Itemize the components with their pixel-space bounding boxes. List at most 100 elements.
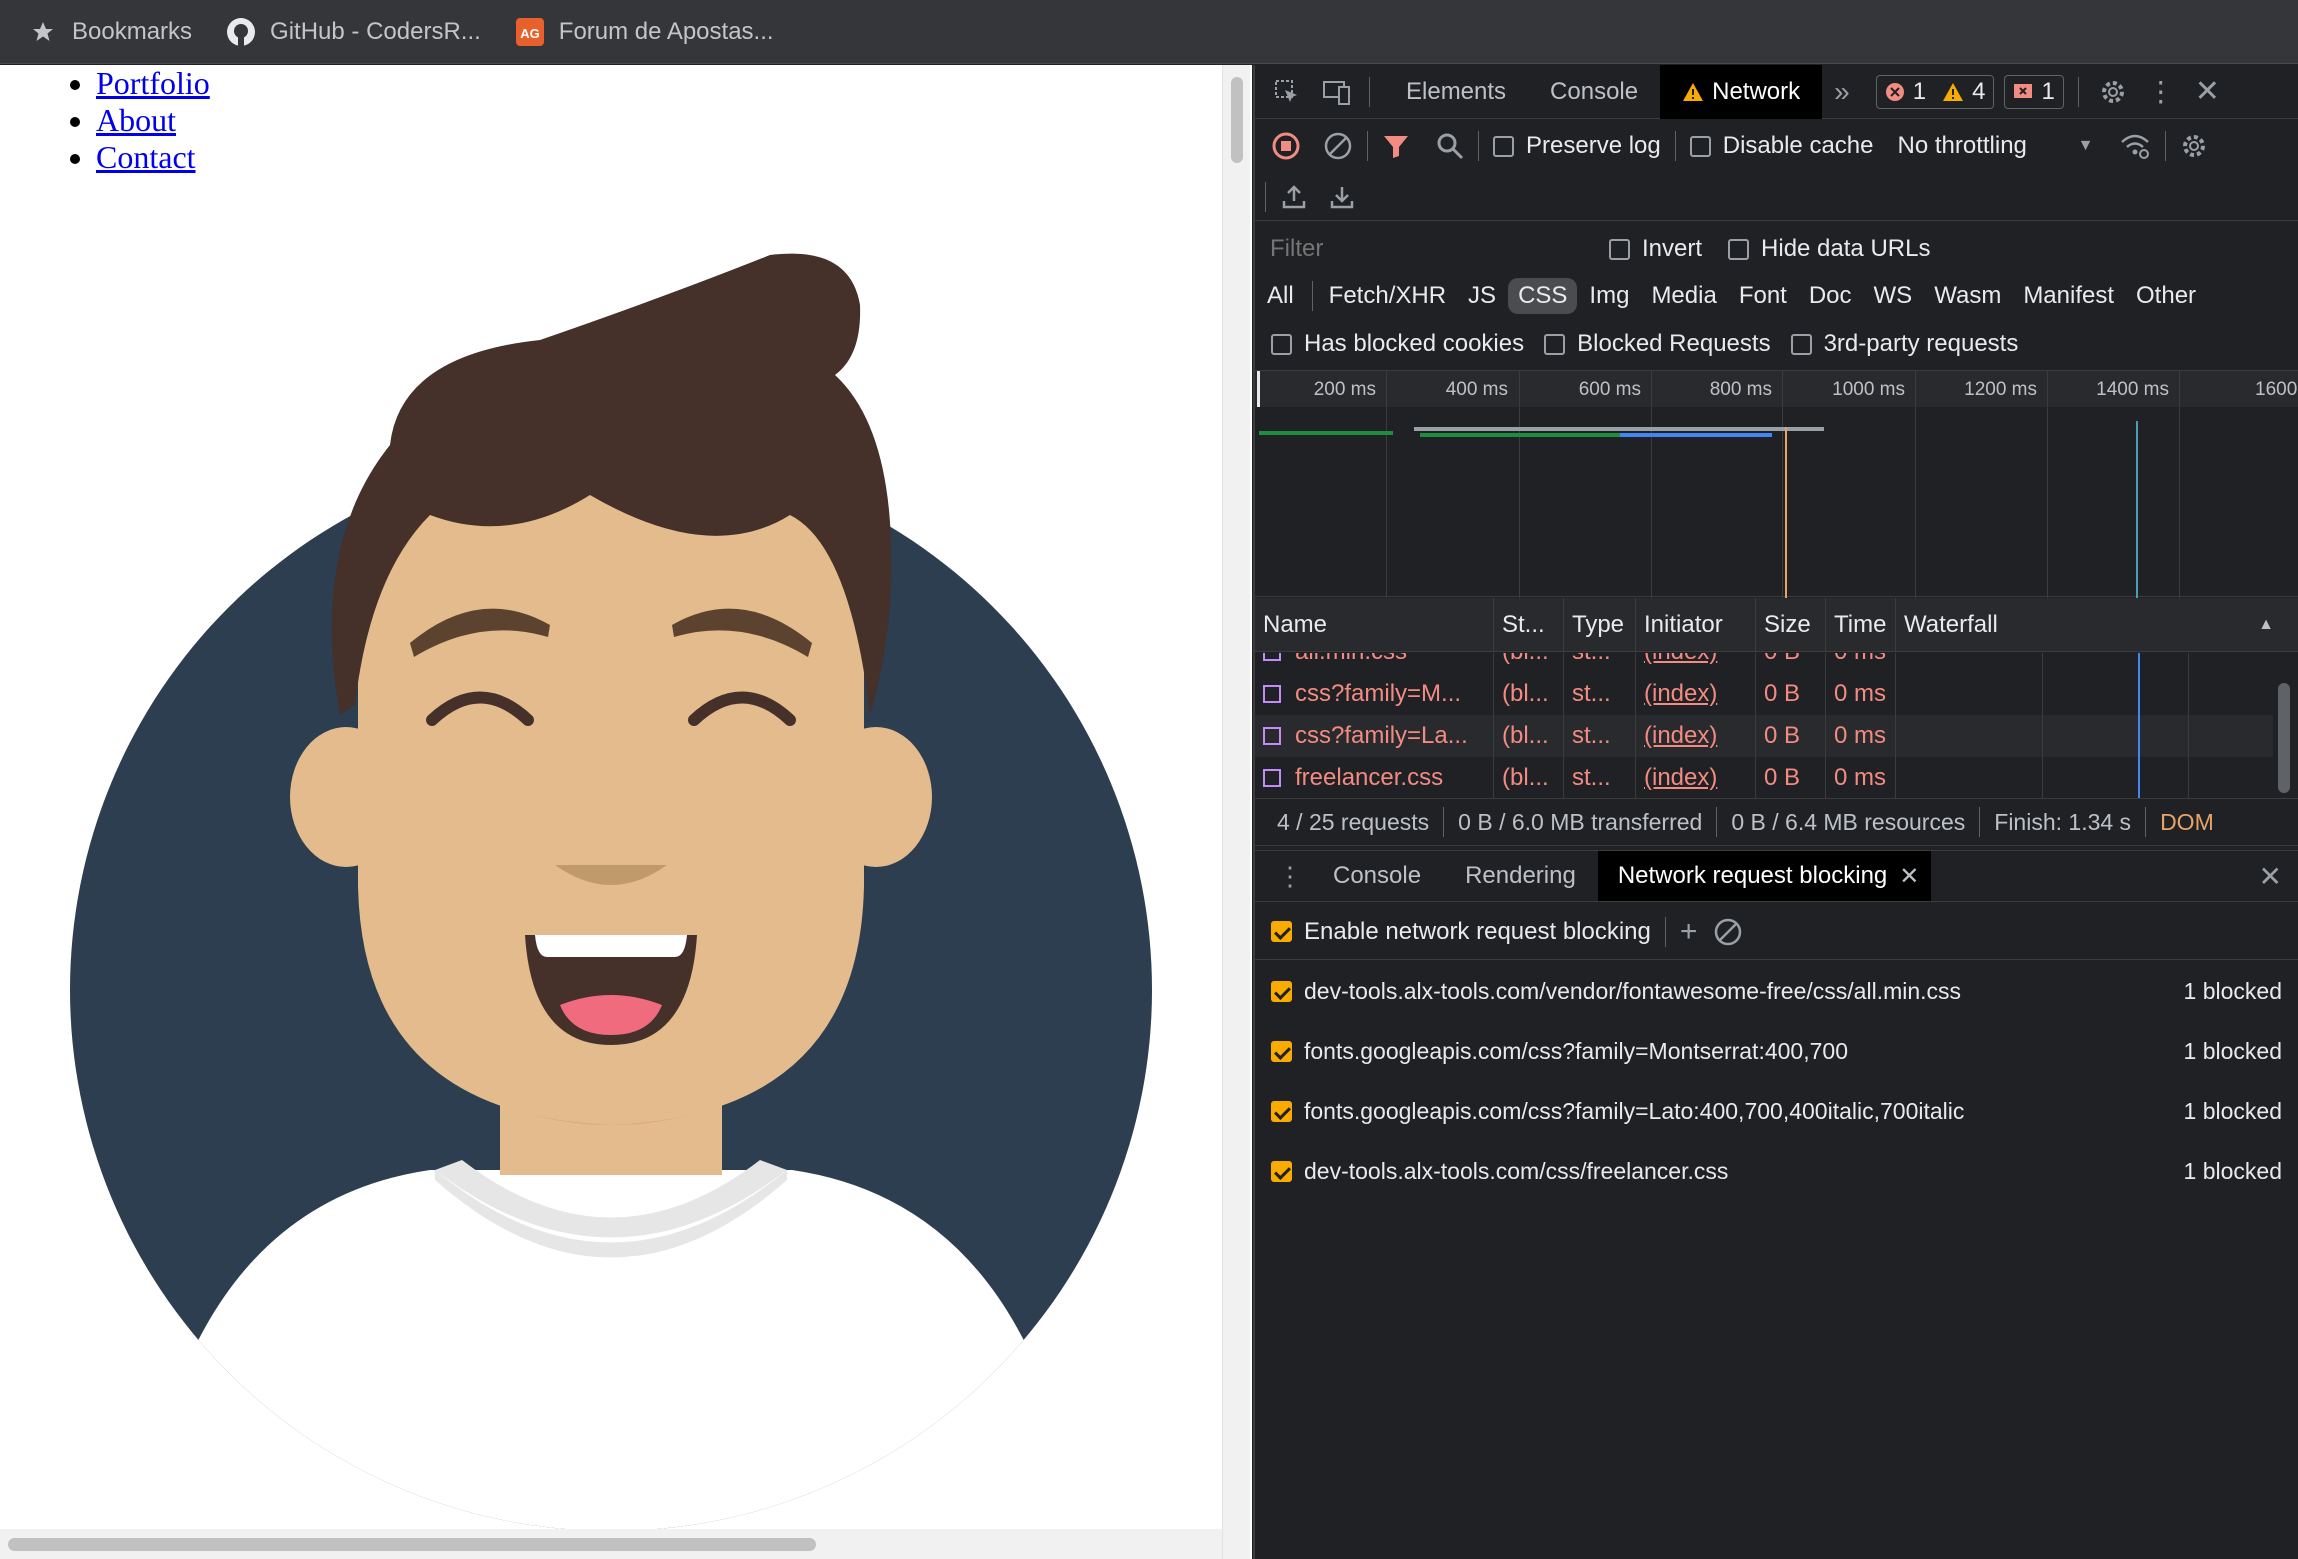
scrollbar-thumb[interactable] (8, 1538, 816, 1551)
type-filter-media[interactable]: Media (1641, 278, 1726, 314)
device-toolbar-icon[interactable] (1319, 78, 1355, 106)
blocked-pattern-item[interactable]: dev-tools.alx-tools.com/css/freelancer.c… (1255, 1141, 2298, 1201)
blocked-requests-checkbox[interactable] (1544, 333, 1566, 355)
nav-link-contact[interactable]: Contact (96, 139, 196, 175)
row-initiator[interactable]: (index) (1644, 722, 1717, 750)
timeline-tick: 200 ms (1313, 379, 1376, 400)
filter-icon[interactable] (1382, 132, 1410, 160)
enable-blocking-checkbox[interactable] (1271, 921, 1292, 942)
row-initiator[interactable]: (index) (1644, 680, 1717, 708)
clear-icon[interactable] (1323, 131, 1353, 161)
bookmark-bookmarks[interactable]: Bookmarks (28, 17, 192, 47)
pattern-checkbox[interactable] (1271, 980, 1292, 1002)
row-initiator[interactable]: (index) (1644, 764, 1717, 792)
type-filter-manifest[interactable]: Manifest (2013, 278, 2124, 314)
add-pattern-icon[interactable]: + (1680, 915, 1698, 949)
throttling-select[interactable]: No throttling ▼ (1897, 132, 2093, 160)
pattern-checkbox[interactable] (1271, 1040, 1292, 1062)
pattern-checkbox[interactable] (1271, 1100, 1292, 1122)
disable-cache-checkbox[interactable] (1689, 135, 1711, 157)
export-har-icon[interactable] (1328, 183, 1356, 211)
table-scrollbar[interactable] (2274, 653, 2294, 798)
has-blocked-cookies-checkbox[interactable] (1271, 333, 1292, 355)
more-tabs-icon[interactable]: » (1834, 76, 1850, 108)
search-icon[interactable] (1436, 132, 1464, 160)
pattern-checkbox[interactable] (1271, 1160, 1292, 1182)
preserve-log-checkbox[interactable] (1493, 135, 1514, 157)
invert-checkbox[interactable] (1609, 238, 1630, 260)
type-filter-js[interactable]: JS (1458, 278, 1506, 314)
column-type[interactable]: Type (1564, 598, 1636, 652)
drawer-tab-console[interactable]: Console (1303, 851, 1443, 901)
nav-link-about[interactable]: About (96, 102, 176, 138)
column-waterfall[interactable]: Waterfall ▲ (1896, 598, 2296, 652)
scrollbar-thumb[interactable] (2278, 683, 2290, 793)
settings-gear-icon[interactable] (2099, 78, 2127, 106)
horizontal-scrollbar[interactable] (0, 1529, 1222, 1559)
drawer-menu-icon[interactable]: ⋮ (1277, 861, 1303, 892)
warning-icon (1682, 82, 1704, 102)
row-initiator[interactable]: (index) (1644, 653, 1717, 666)
nav-link-portfolio[interactable]: Portfolio (96, 65, 210, 101)
row-size: 0 B (1756, 757, 1826, 798)
record-stop-icon[interactable] (1271, 131, 1301, 161)
divider (1979, 807, 1981, 837)
overview-handle[interactable] (1257, 371, 1260, 407)
row-time: 0 ms (1826, 673, 1896, 715)
tab-elements[interactable]: Elements (1384, 65, 1528, 119)
network-toolbar: Preserve log Disable cache No throttling… (1255, 119, 2298, 173)
type-filter-wasm[interactable]: Wasm (1924, 278, 2011, 314)
row-name: freelancer.css (1295, 764, 1444, 791)
issues-counter[interactable]: 1 4 (1875, 74, 1995, 109)
timeline-tick: 1600 ms (2255, 379, 2298, 400)
divider (1716, 807, 1718, 837)
column-size[interactable]: Size (1756, 598, 1826, 652)
type-filter-ws[interactable]: WS (1864, 278, 1923, 314)
type-filter-other[interactable]: Other (2126, 278, 2206, 314)
network-settings-gear-icon[interactable] (2180, 132, 2208, 160)
bookmark-label: GitHub - CodersR... (270, 17, 481, 45)
close-drawer-icon[interactable]: ✕ (2259, 860, 2282, 893)
bookmark-forum[interactable]: AG Forum de Apostas... (515, 17, 774, 47)
third-party-requests-checkbox[interactable] (1790, 333, 1812, 355)
divider (2077, 76, 2079, 107)
warning-icon (1942, 82, 1964, 102)
column-initiator[interactable]: Initiator (1636, 598, 1756, 652)
network-overview[interactable]: 200 ms 400 ms 600 ms 800 ms 1000 ms 1200… (1255, 370, 2298, 598)
column-name[interactable]: Name (1255, 598, 1494, 652)
import-har-icon[interactable] (1280, 183, 1308, 211)
type-filter-doc[interactable]: Doc (1799, 278, 1862, 314)
bookmarks-bar: Bookmarks GitHub - CodersR... AG Forum d… (0, 0, 2298, 64)
tab-network[interactable]: Network (1660, 64, 1823, 119)
scrollbar-thumb[interactable] (1231, 77, 1243, 163)
hide-data-urls-checkbox[interactable] (1728, 238, 1750, 260)
blocked-pattern-item[interactable]: fonts.googleapis.com/css?family=Montserr… (1255, 1021, 2298, 1081)
preserve-log-label: Preserve log (1526, 132, 1661, 159)
network-conditions-icon[interactable] (2119, 132, 2151, 160)
drawer-tab-network-request-blocking[interactable]: Network request blocking ✕ (1597, 851, 1932, 901)
type-filter-css[interactable]: CSS (1508, 278, 1578, 314)
vertical-scrollbar[interactable] (1222, 65, 1250, 1559)
inspect-element-icon[interactable] (1269, 78, 1305, 106)
filter-input[interactable] (1261, 231, 1583, 267)
tab-console[interactable]: Console (1528, 65, 1660, 119)
type-filter-font[interactable]: Font (1729, 278, 1797, 314)
invert-label: Invert (1642, 235, 1703, 262)
issues-badge[interactable]: 1 (2004, 74, 2064, 109)
pattern-url: dev-tools.alx-tools.com/vendor/fontaweso… (1304, 977, 1962, 1004)
timeline-bar (1420, 433, 1620, 437)
blocked-pattern-item[interactable]: fonts.googleapis.com/css?family=Lato:400… (1255, 1081, 2298, 1141)
column-time[interactable]: Time (1826, 598, 1896, 652)
remove-all-patterns-icon[interactable] (1713, 917, 1743, 947)
type-filter-all[interactable]: All (1257, 278, 1304, 314)
blocked-pattern-item[interactable]: dev-tools.alx-tools.com/vendor/fontaweso… (1255, 961, 2298, 1021)
type-filter-fetch-xhr[interactable]: Fetch/XHR (1319, 278, 1456, 314)
drawer-tab-rendering[interactable]: Rendering (1443, 851, 1598, 901)
close-tab-icon[interactable]: ✕ (1899, 862, 1919, 891)
type-filter-img[interactable]: Img (1579, 278, 1639, 314)
close-icon[interactable]: ✕ (2195, 74, 2220, 109)
kebab-menu-icon[interactable]: ⋮ (2147, 75, 2175, 108)
column-status[interactable]: St... (1494, 598, 1564, 652)
bookmark-github[interactable]: GitHub - CodersR... (226, 17, 481, 47)
summary-finish: Finish: 1.34 s (1994, 808, 2132, 835)
